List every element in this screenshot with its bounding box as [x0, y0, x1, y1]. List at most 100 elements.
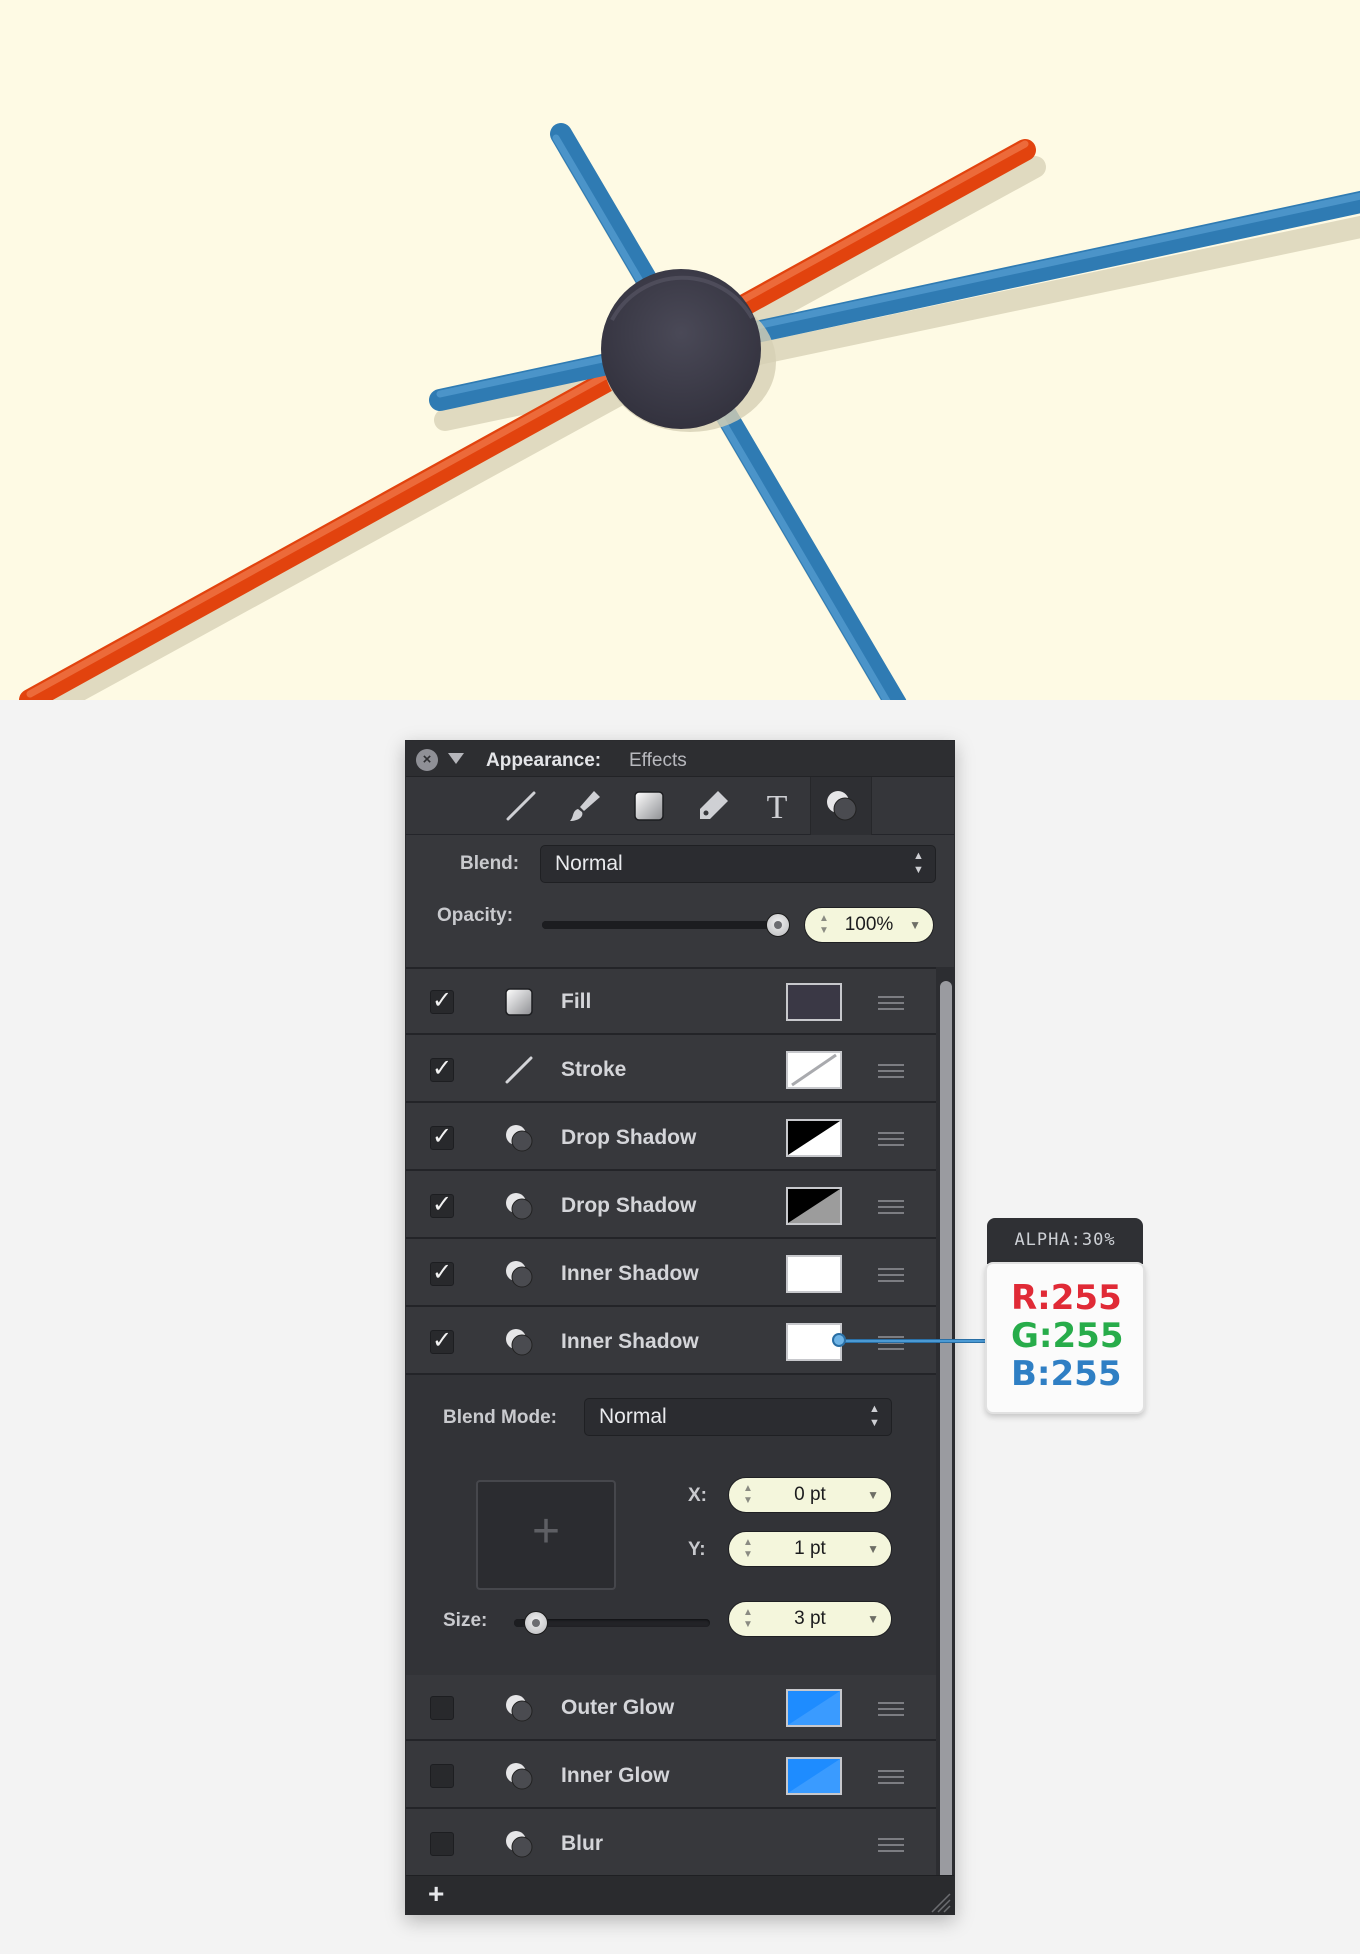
opacity-slider[interactable] [542, 921, 778, 929]
effect-name: Blur [561, 1832, 603, 1855]
resize-grip-icon[interactable] [928, 1890, 952, 1914]
effect-name: Drop Shadow [561, 1194, 697, 1217]
blend-value: Normal [555, 852, 623, 875]
effect-color-swatch[interactable] [786, 1119, 842, 1157]
effect-row[interactable]: Inner Glow [406, 1743, 936, 1809]
effect-color-swatch[interactable] [786, 1187, 842, 1225]
dropdown-arrow-icon[interactable]: ▼ [909, 908, 921, 942]
blend-label: Blend: [460, 853, 520, 874]
brush-tool-icon[interactable] [564, 785, 606, 827]
opacity-value: 100% [844, 914, 894, 935]
blend-select[interactable]: Normal ▲ ▼ [540, 845, 936, 883]
artwork-svg [19, 123, 1360, 700]
effect-name: Inner Shadow [561, 1262, 699, 1285]
effect-checkbox[interactable] [430, 1832, 454, 1856]
opacity-stepper[interactable]: ▲ ▼ 100% ▼ [804, 907, 934, 943]
canvas-artwork [0, 0, 1360, 700]
drag-handle-icon[interactable] [878, 996, 904, 1010]
effect-row[interactable]: Outer Glow [406, 1675, 936, 1741]
effect-row[interactable]: ✓ Fill [406, 969, 936, 1035]
effect-color-swatch[interactable] [786, 1051, 842, 1089]
drag-handle-icon[interactable] [878, 1200, 904, 1214]
effect-icon [501, 1690, 537, 1726]
effect-color-swatch[interactable] [786, 1757, 842, 1795]
appearance-toolbar: T [406, 777, 954, 835]
callout-red: R:255 [1011, 1278, 1122, 1318]
effect-color-swatch[interactable] [786, 1255, 842, 1293]
disclosure-triangle-icon[interactable] [448, 753, 464, 764]
opacity-slider-fill [542, 921, 778, 929]
panel-bottom-bar: + [406, 1875, 954, 1914]
effect-name: Inner Shadow [561, 1330, 699, 1353]
size-slider-knob[interactable] [523, 1611, 548, 1635]
stepper-arrows-icon[interactable]: ▲ ▼ [819, 913, 829, 937]
pencil-tool-icon[interactable] [692, 785, 734, 827]
effect-checkbox[interactable] [430, 1764, 454, 1788]
drag-handle-icon[interactable] [878, 1064, 904, 1078]
shadow-offset-preview[interactable]: + [476, 1480, 616, 1590]
effect-icon [501, 1120, 537, 1156]
x-stepper[interactable]: ▲ ▼ 0 pt ▼ [728, 1477, 892, 1513]
effect-name: Inner Glow [561, 1764, 670, 1787]
stepper-arrows-icon[interactable]: ▲ ▼ [743, 1483, 753, 1507]
drag-handle-icon[interactable] [878, 1702, 904, 1716]
callout-anchor-dot [832, 1333, 846, 1347]
drag-handle-icon[interactable] [878, 1770, 904, 1784]
inner-shadow-settings: Blend Mode: Normal ▲ ▼ + X: ▲ ▼ 0 pt ▼ Y: … [406, 1375, 936, 1675]
effect-row[interactable]: Blur [406, 1811, 936, 1877]
text-tool-icon[interactable]: T [756, 785, 798, 827]
y-value: 1 pt [794, 1538, 826, 1559]
size-stepper[interactable]: ▲ ▼ 3 pt ▼ [728, 1601, 892, 1637]
stepper-arrows-icon[interactable]: ▲ ▼ [743, 1537, 753, 1561]
callout-alpha: ALPHA:30% [987, 1218, 1143, 1264]
size-value: 3 pt [794, 1608, 826, 1629]
fill-tool-icon[interactable] [628, 785, 670, 827]
effect-checkbox[interactable]: ✓ [430, 1329, 454, 1354]
effect-name: Stroke [561, 1058, 627, 1081]
effect-row[interactable]: ✓ Stroke [406, 1037, 936, 1103]
drag-handle-icon[interactable] [878, 1132, 904, 1146]
effect-checkbox[interactable]: ✓ [430, 1125, 454, 1150]
effect-color-swatch[interactable] [786, 983, 842, 1021]
dropdown-arrow-icon[interactable]: ▼ [867, 1602, 879, 1636]
center-knob [601, 269, 761, 429]
select-arrows-icon: ▲ ▼ [913, 850, 924, 876]
drag-handle-icon[interactable] [878, 1838, 904, 1852]
panel-titlebar[interactable]: × Appearance: Effects [406, 741, 954, 777]
blend-mode-select[interactable]: Normal ▲ ▼ [584, 1398, 892, 1436]
close-button[interactable]: × [416, 749, 438, 771]
effect-checkbox[interactable]: ✓ [430, 989, 454, 1014]
stepper-arrows-icon[interactable]: ▲ ▼ [743, 1607, 753, 1631]
effect-icon [501, 1826, 537, 1862]
effect-name: Drop Shadow [561, 1126, 697, 1149]
effects-tool-icon[interactable] [810, 777, 872, 835]
y-stepper[interactable]: ▲ ▼ 1 pt ▼ [728, 1531, 892, 1567]
color-callout: ALPHA:30% R:255 G:255 B:255 [985, 1218, 1145, 1416]
effect-checkbox[interactable] [430, 1696, 454, 1720]
effect-row[interactable]: ✓ Inner Shadow [406, 1241, 936, 1307]
callout-blue: B:255 [1011, 1354, 1122, 1394]
size-label: Size: [443, 1610, 488, 1631]
effect-name: Fill [561, 990, 592, 1013]
x-label: X: [688, 1485, 707, 1506]
effect-icon [501, 1758, 537, 1794]
effect-color-swatch[interactable] [786, 1689, 842, 1727]
effect-checkbox[interactable]: ✓ [430, 1057, 454, 1082]
effect-row[interactable]: ✓ Drop Shadow [406, 1105, 936, 1171]
add-effect-button[interactable]: + [428, 1878, 444, 1910]
effect-icon [501, 1324, 537, 1360]
effect-checkbox[interactable]: ✓ [430, 1193, 454, 1218]
effect-row[interactable]: ✓ Drop Shadow [406, 1173, 936, 1239]
drag-handle-icon[interactable] [878, 1268, 904, 1282]
dropdown-arrow-icon[interactable]: ▼ [867, 1532, 879, 1566]
appearance-panel: × Appearance: Effects T Blend: Normal ▲ ▼… [405, 740, 955, 1915]
effect-checkbox[interactable]: ✓ [430, 1261, 454, 1286]
scrollbar-thumb[interactable] [940, 981, 952, 1881]
opacity-slider-knob[interactable] [766, 913, 790, 937]
effect-icon [501, 1256, 537, 1292]
stroke-icon [501, 1052, 537, 1088]
crosshair-icon: + [531, 1505, 561, 1558]
effect-name: Outer Glow [561, 1696, 675, 1719]
stroke-tool-icon[interactable] [500, 785, 542, 827]
dropdown-arrow-icon[interactable]: ▼ [867, 1478, 879, 1512]
